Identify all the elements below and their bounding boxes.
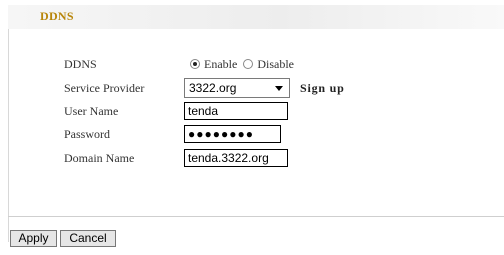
password-label: Password	[64, 127, 111, 141]
enable-radio[interactable]	[190, 59, 200, 69]
chevron-down-icon	[275, 86, 283, 91]
sign-up-link[interactable]: Sign up	[300, 81, 345, 96]
domain-name-label: Domain Name	[64, 151, 135, 165]
ddns-radio-group: Enable Disable	[190, 56, 300, 72]
cancel-button[interactable]: Cancel	[60, 230, 116, 247]
service-provider-select[interactable]: 3322.org	[184, 78, 290, 98]
disable-radio[interactable]	[243, 59, 254, 69]
domain-name-input[interactable]: tenda.3322.org	[184, 149, 288, 167]
ddns-label: DDNS	[64, 57, 97, 71]
disable-label: Disable	[257, 56, 294, 71]
section-title: DDNS	[40, 9, 74, 23]
service-provider-value: 3322.org	[189, 81, 237, 95]
divider	[8, 216, 504, 217]
username-label: User Name	[64, 104, 119, 118]
service-provider-label: Service Provider	[64, 81, 145, 95]
section-header: DDNS	[8, 5, 504, 29]
apply-button[interactable]: Apply	[10, 230, 57, 247]
username-input[interactable]: tenda	[184, 102, 288, 120]
enable-label: Enable	[204, 56, 238, 71]
password-input[interactable]: ●●●●●●●●	[184, 125, 281, 143]
